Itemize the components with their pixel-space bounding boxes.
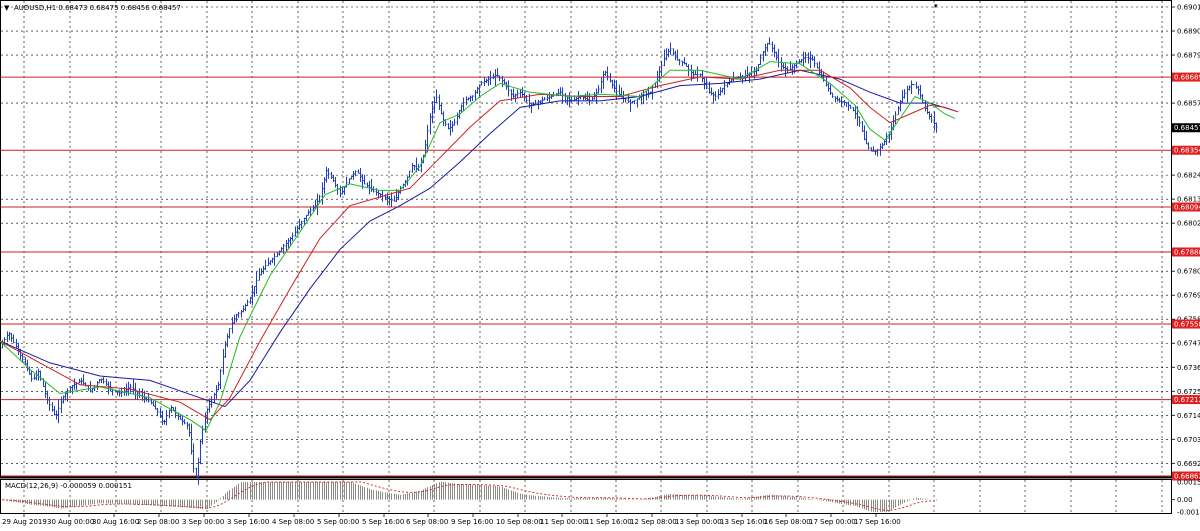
price-tick-label: 0.67690 [1177, 292, 1200, 300]
level-tag-label: 0.67212 [1174, 396, 1200, 404]
symbol-header: AUDUSD,H1 0.68473 0.68475 0.68456 0.6845… [14, 4, 181, 12]
chart-window[interactable]: 0.69010 0.68900 0.68790 0.68570 0.68240 0.681… [0, 0, 1200, 531]
time-tick-label: 13 Sep 00:00 [675, 518, 722, 526]
macd-tick-label: 0.00 [1177, 496, 1193, 504]
price-tick-label: 0.67360 [1177, 364, 1200, 372]
time-axis: 29 Aug 2019 30 Aug 00:0030 Aug 16:002 Sep… [2, 514, 901, 526]
time-tick-label: 13 Sep 16:00 [720, 518, 767, 526]
time-tick-label: 6 Sep 08:00 [406, 518, 448, 526]
time-tick-label: 29 Aug 2019 [2, 518, 47, 526]
level-tag-label: 0.68689 [1174, 74, 1200, 82]
macd-tick-label: 0.00152 [1177, 479, 1200, 487]
time-tick-label: 2 Sep 08:00 [137, 518, 179, 526]
level-tag-label: 0.68354 [1174, 147, 1200, 155]
time-tick-label: 5 Sep 00:00 [317, 518, 359, 526]
ma-mid-line [0, 69, 959, 421]
time-tick-label: 12 Sep 08:00 [630, 518, 677, 526]
time-tick-label: 11 Sep 00:00 [540, 518, 587, 526]
time-tick-label: 10 Sep 08:00 [496, 518, 543, 526]
macd-frame [0, 479, 1172, 514]
price-tick-label: 0.67250 [1177, 388, 1200, 396]
macd-histogram [1, 481, 1175, 512]
ma-fast-line [0, 61, 956, 432]
price-tick-label: 0.67800 [1177, 268, 1200, 276]
price-tick-label: 0.68900 [1177, 28, 1200, 36]
price-tick-label: 0.67470 [1177, 340, 1200, 348]
time-tick-label: 30 Aug 16:00 [92, 518, 139, 526]
price-tick-label: 0.68130 [1177, 196, 1200, 204]
time-tick-label: 9 Sep 16:00 [451, 518, 493, 526]
time-tick-label: 5 Sep 16:00 [362, 518, 404, 526]
current-price-label: 0.68457 [1174, 124, 1200, 132]
horizontal-levels [1, 76, 1171, 477]
price-tick-label: 0.68020 [1177, 220, 1200, 228]
level-tag-label: 0.67888 [1174, 248, 1200, 256]
time-tick-label: 11 Sep 16:00 [585, 518, 632, 526]
price-tick-label: 0.68790 [1177, 52, 1200, 60]
time-tick-label: 17 Sep 00:00 [809, 518, 856, 526]
time-tick-label: 30 Aug 00:00 [47, 518, 94, 526]
price-tick-label: 0.66920 [1177, 460, 1200, 468]
close-arrow-icon[interactable]: ▾ [934, 2, 938, 10]
level-tag-label: 0.67558 [1174, 321, 1200, 329]
price-tick-label: 0.67030 [1177, 436, 1200, 444]
price-axis: 0.69010 0.68900 0.68790 0.68570 0.68240 0.681… [1171, 4, 1200, 517]
price-tick-label: 0.68240 [1177, 172, 1200, 180]
price-tick-label: 0.68570 [1177, 100, 1200, 108]
time-tick-label: 4 Sep 08:00 [272, 518, 314, 526]
dropdown-arrow-icon[interactable]: ▼ [4, 4, 10, 12]
price-tick-label: 0.69010 [1177, 4, 1200, 12]
time-tick-label: 17 Sep 16:00 [854, 518, 901, 526]
macd-tick-label: -0.00106 [1177, 509, 1200, 517]
chart-grid [1, 1, 1171, 513]
ma-slow-line [0, 69, 959, 408]
macd-label: MACD(12,26,9) -0.000059 0.000151 [5, 482, 132, 490]
price-candles [1, 37, 938, 485]
time-tick-label: 16 Sep 08:00 [764, 518, 811, 526]
time-tick-label: 3 Sep 16:00 [227, 518, 269, 526]
price-tick-label: 0.67140 [1177, 412, 1200, 420]
level-tag-label: 0.68094 [1174, 204, 1200, 212]
time-tick-label: 3 Sep 00:00 [182, 518, 224, 526]
main-chart-frame [0, 0, 1172, 477]
